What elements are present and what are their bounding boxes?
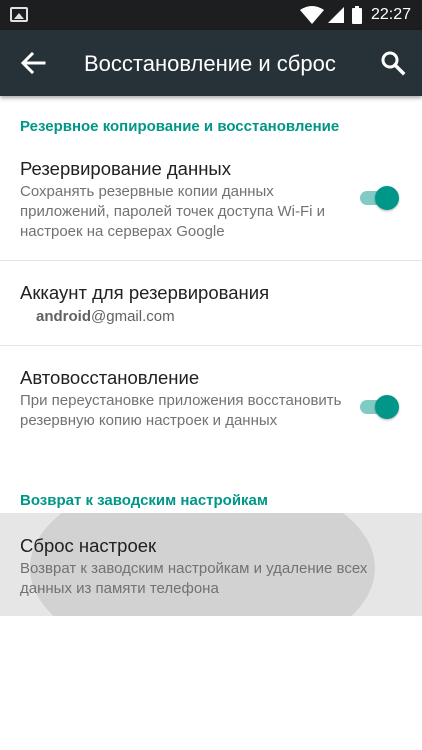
pref-title: Аккаунт для резервирования — [20, 282, 270, 303]
section-header-reset: Возврат к заводским настройкам — [20, 492, 268, 509]
clock: 22:27 — [371, 6, 412, 23]
status-bar: 22:27 — [0, 0, 422, 30]
section-header-backup: Резервное копирование и восстановление — [20, 118, 340, 135]
pref-factory-reset[interactable]: Сброс настроек Возврат к заводским настр… — [0, 513, 422, 616]
account-email: android@gmail.com — [36, 307, 366, 327]
pref-title: Автовосстановление — [20, 367, 200, 388]
pref-backup-data[interactable]: Резервирование данных Сохранять резервны… — [0, 146, 422, 260]
pref-summary: Сохранять резервные копии данных приложе… — [20, 183, 326, 240]
account-domain: @gmail.com — [91, 308, 175, 325]
page-title: Восстановление и сброс — [84, 51, 336, 76]
wifi-icon — [300, 6, 324, 24]
pref-auto-restore[interactable]: Автовосстановление При переустановке при… — [0, 346, 422, 462]
signal-icon — [328, 7, 344, 23]
switch-thumb — [375, 395, 399, 419]
search-icon[interactable] — [380, 50, 406, 76]
pref-title: Сброс настроек — [20, 535, 157, 556]
pref-summary: Возврат к заводским настройкам и удалени… — [20, 560, 368, 597]
arrow-left-icon[interactable] — [18, 48, 48, 78]
battery-icon — [352, 6, 362, 24]
app-toolbar: Восстановление и сброс — [0, 30, 422, 96]
account-user: android — [36, 308, 91, 325]
switch-thumb — [375, 186, 399, 210]
auto-restore-switch[interactable] — [358, 393, 400, 421]
pref-title: Резервирование данных — [20, 158, 231, 179]
gallery-icon — [10, 7, 28, 22]
backup-data-switch[interactable] — [358, 184, 400, 212]
pref-summary: При переустановке приложения восстановит… — [20, 392, 342, 429]
pref-backup-account[interactable]: Аккаунт для резервирования android@gmail… — [0, 261, 422, 345]
